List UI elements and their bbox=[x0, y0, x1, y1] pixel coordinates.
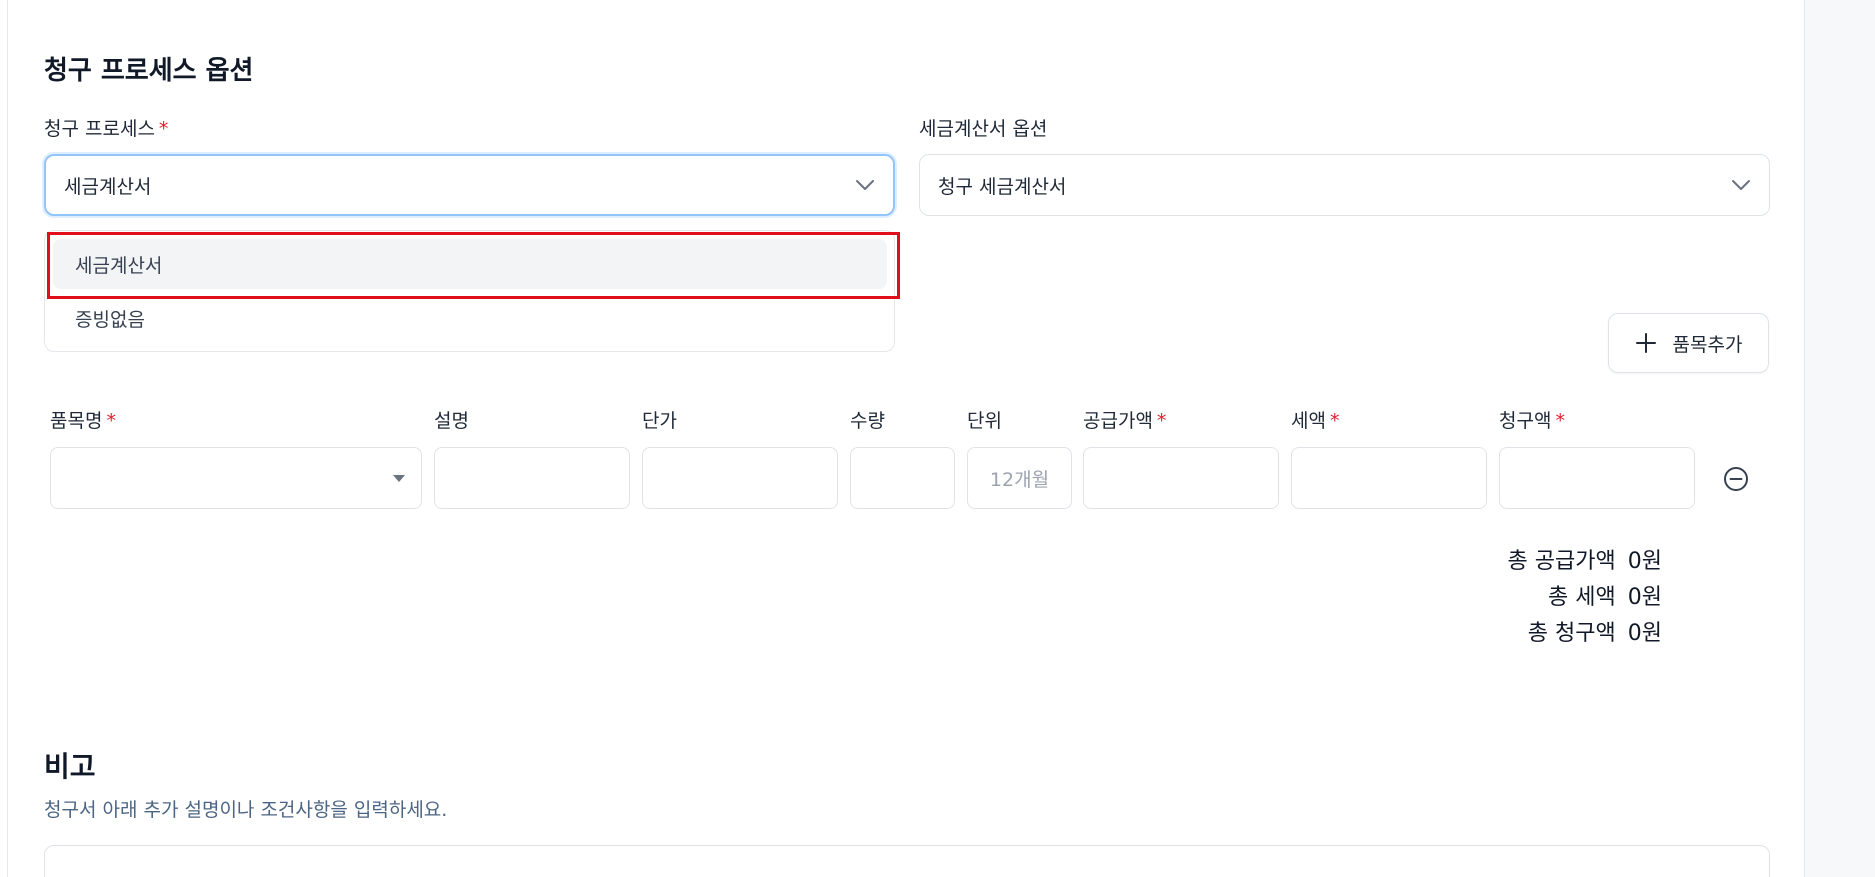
unit-input[interactable]: 12개월 bbox=[967, 447, 1072, 509]
column-header-text: 품목명 bbox=[50, 410, 103, 432]
column-header-quantity: 수량 bbox=[850, 410, 885, 432]
right-side-panel bbox=[1804, 0, 1875, 877]
item-name-select[interactable] bbox=[50, 447, 422, 509]
column-header-text: 세액 bbox=[1291, 410, 1326, 432]
process-select[interactable]: 세금계산서 bbox=[44, 154, 895, 216]
column-header-unit: 단위 bbox=[967, 410, 1002, 432]
tax-option-label: 세금계산서 옵션 bbox=[919, 118, 1048, 140]
total-tax-value: 0원 bbox=[1627, 585, 1662, 610]
description-input[interactable] bbox=[434, 447, 630, 509]
total-billing-label: 총 청구액 bbox=[1527, 621, 1616, 646]
caret-down-icon bbox=[393, 474, 405, 482]
total-supply-label: 총 공급가액 bbox=[1507, 549, 1616, 574]
left-divider bbox=[7, 0, 8, 877]
required-marker: * bbox=[106, 410, 116, 432]
tax-option-select-value: 청구 세금계산서 bbox=[938, 175, 1067, 198]
add-item-button[interactable]: 품목추가 bbox=[1608, 313, 1769, 373]
remove-row-icon[interactable] bbox=[1722, 465, 1750, 493]
dropdown-option-no-evidence[interactable]: 증빙없음 bbox=[53, 293, 887, 343]
required-marker: * bbox=[158, 118, 169, 140]
chevron-down-icon bbox=[856, 180, 874, 190]
process-label: 청구 프로세스 * bbox=[44, 114, 168, 141]
total-supply-row: 총 공급가액 0원 bbox=[1508, 543, 1662, 575]
notes-section-subtitle: 청구서 아래 추가 설명이나 조건사항을 입력하세요. bbox=[44, 799, 448, 821]
column-header-text: 청구액 bbox=[1499, 410, 1552, 432]
supply-amount-input[interactable] bbox=[1083, 447, 1279, 509]
quantity-input[interactable] bbox=[850, 447, 955, 509]
total-supply-value: 0원 bbox=[1627, 549, 1662, 574]
unit-input-placeholder: 12개월 bbox=[989, 468, 1050, 491]
total-billing-row: 총 청구액 0원 bbox=[1528, 615, 1662, 647]
total-tax-row: 총 세액 0원 bbox=[1548, 579, 1662, 611]
column-header-tax: 세액 * bbox=[1291, 406, 1339, 433]
billing-section-title: 청구 프로세스 옵션 bbox=[44, 56, 254, 86]
total-billing-value: 0원 bbox=[1627, 621, 1662, 646]
chevron-down-icon bbox=[1732, 180, 1750, 190]
column-header-billing-amount: 청구액 * bbox=[1499, 406, 1565, 433]
unit-price-input[interactable] bbox=[642, 447, 838, 509]
column-header-description: 설명 bbox=[434, 410, 469, 432]
tax-input[interactable] bbox=[1291, 447, 1487, 509]
required-marker: * bbox=[1329, 410, 1340, 432]
column-header-unit-price: 단가 bbox=[642, 410, 677, 432]
tax-option-select[interactable]: 청구 세금계산서 bbox=[919, 154, 1770, 216]
notes-section-title: 비고 bbox=[44, 750, 96, 783]
required-marker: * bbox=[1156, 410, 1167, 432]
plus-icon bbox=[1635, 333, 1656, 353]
process-select-value: 세금계산서 bbox=[64, 175, 152, 198]
billing-amount-input[interactable] bbox=[1499, 447, 1695, 509]
process-label-text: 청구 프로세스 bbox=[44, 118, 155, 140]
add-item-button-label: 품목추가 bbox=[1672, 333, 1743, 356]
notes-textarea[interactable] bbox=[44, 845, 1770, 877]
required-marker: * bbox=[1555, 410, 1565, 432]
column-header-text: 공급가액 bbox=[1083, 410, 1153, 432]
selection-highlight-box bbox=[47, 232, 900, 299]
column-header-supply-amount: 공급가액 * bbox=[1083, 406, 1166, 433]
column-header-item-name: 품목명 * bbox=[50, 406, 116, 433]
total-tax-label: 총 세액 bbox=[1548, 585, 1616, 610]
